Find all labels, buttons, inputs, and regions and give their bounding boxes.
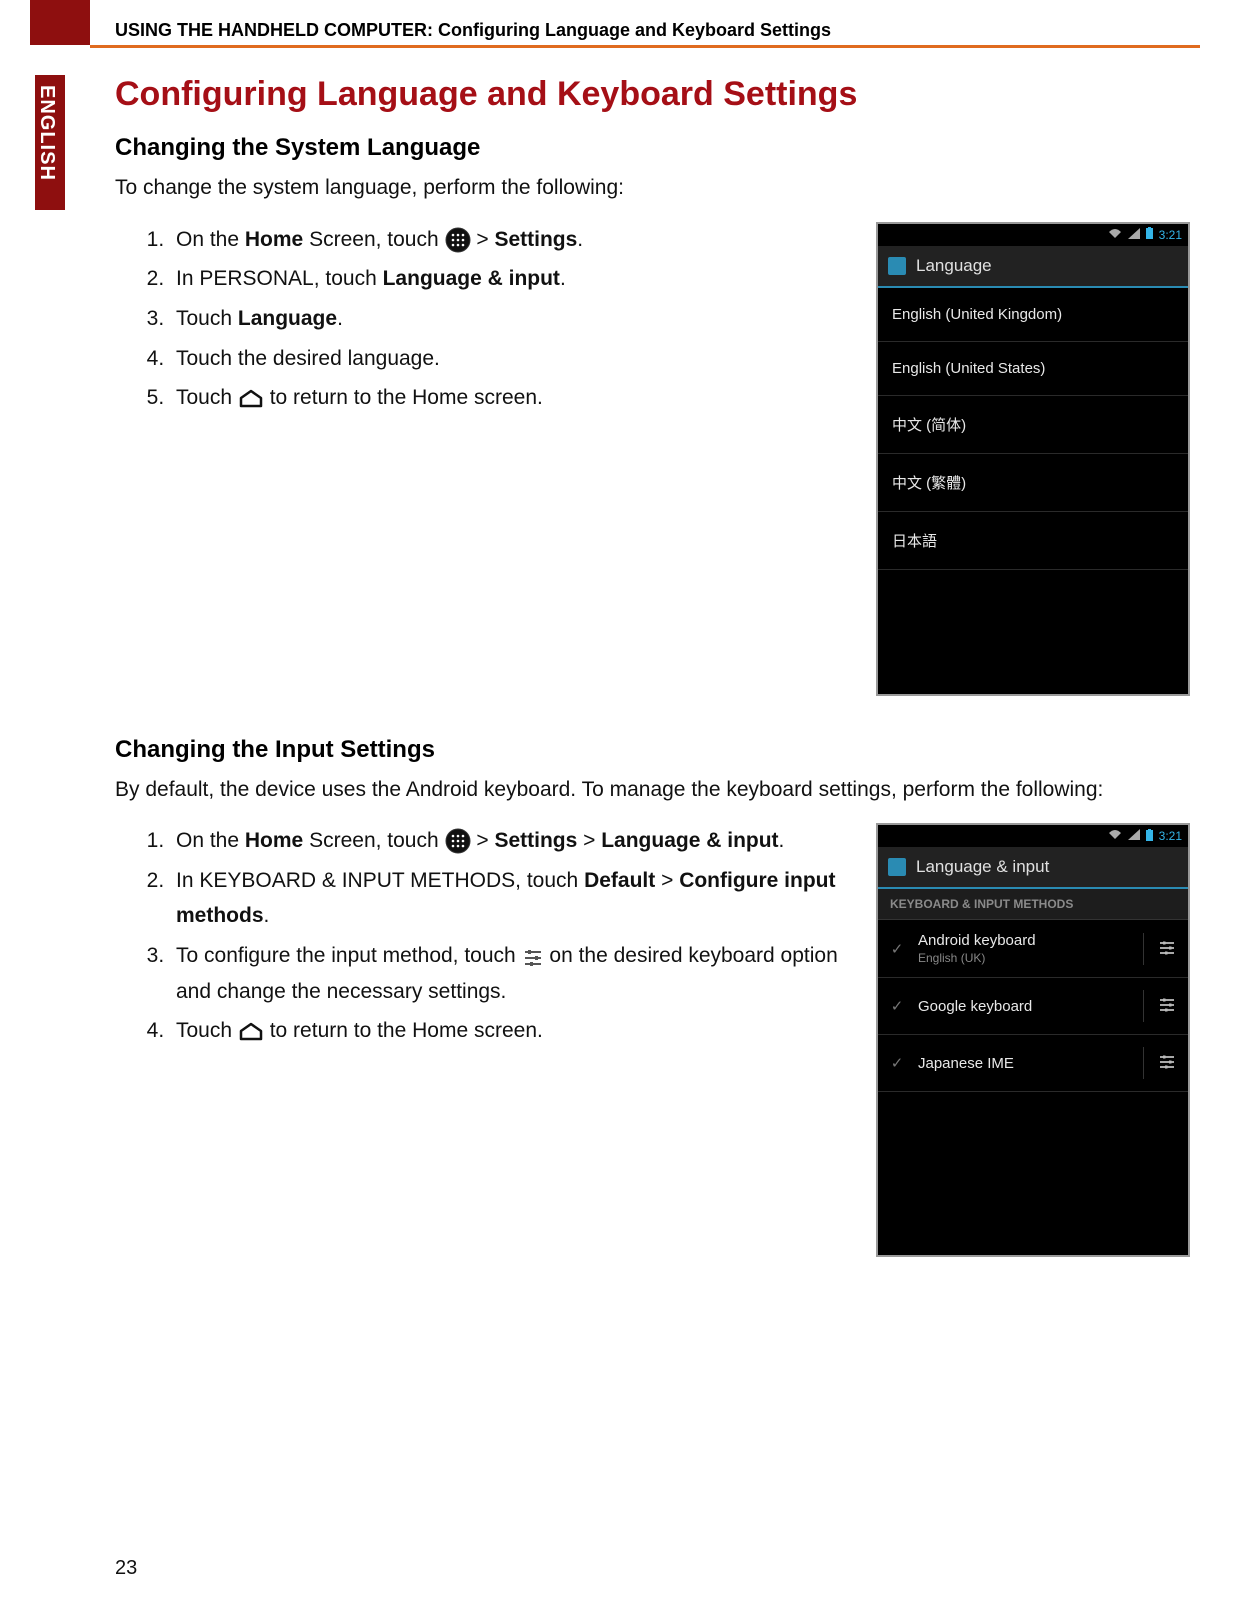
keyboard-option-label: Android keyboard English (UK) — [918, 932, 1131, 965]
sliders-icon — [522, 947, 544, 967]
sliders-icon[interactable] — [1156, 939, 1178, 959]
list-item[interactable]: 中文 (简体) — [878, 396, 1188, 454]
section1-step-4: Touch the desired language. — [170, 341, 851, 377]
phone2-keyboard-list: ✓ Android keyboard English (UK) ✓ Google… — [878, 920, 1188, 1092]
sliders-icon[interactable] — [1156, 1053, 1178, 1073]
section2-title: Changing the Input Settings — [115, 736, 1190, 764]
header-divider — [90, 45, 1200, 48]
sliders-icon[interactable] — [1156, 996, 1178, 1016]
phone1-title-bar: Language — [878, 246, 1188, 288]
phone2-title-bar: Language & input — [878, 847, 1188, 889]
keyboard-option-label: Google keyboard — [918, 998, 1131, 1015]
phone2-section-header: KEYBOARD & INPUT METHODS — [878, 889, 1188, 920]
wifi-icon — [1108, 829, 1122, 843]
section1-step-1: On the Home Screen, touch > Settings. — [170, 222, 851, 258]
header-breadcrumb: USING THE HANDHELD COMPUTER: Configuring… — [115, 20, 1200, 41]
phone2-title: Language & input — [916, 857, 1049, 877]
section1-intro: To change the system language, perform t… — [115, 172, 1190, 204]
divider — [1143, 933, 1144, 965]
list-item[interactable]: 中文 (繁體) — [878, 454, 1188, 512]
signal-icon — [1128, 228, 1140, 242]
checkmark-icon: ✓ — [888, 940, 906, 958]
section1-title: Changing the System Language — [115, 134, 1190, 162]
screenshot-language-list: 3:21 Language English (United Kingdom) E… — [876, 222, 1190, 696]
keyboard-option[interactable]: ✓ Android keyboard English (UK) — [878, 920, 1188, 978]
section1-step-5: Touch to return to the Home screen. — [170, 380, 851, 416]
home-icon — [238, 389, 264, 409]
section2-step-1: On the Home Screen, touch > Settings > L… — [170, 823, 851, 859]
section2-step-4: Touch to return to the Home screen. — [170, 1013, 851, 1049]
section2-steps: On the Home Screen, touch > Settings > L… — [115, 823, 851, 1053]
page-title: Configuring Language and Keyboard Settin… — [115, 75, 1190, 114]
language-side-tab-label: ENGLISH — [35, 85, 58, 181]
section1-step-2: In PERSONAL, touch Language & input. — [170, 261, 851, 297]
keyboard-option[interactable]: ✓ Japanese IME — [878, 1035, 1188, 1092]
red-square-decoration — [30, 0, 90, 45]
list-item[interactable]: 日本語 — [878, 512, 1188, 570]
phone2-time: 3:21 — [1159, 829, 1182, 843]
page-number: 23 — [115, 1557, 137, 1580]
phone2-title-icon — [888, 858, 906, 876]
checkmark-icon: ✓ — [888, 997, 906, 1015]
section2-intro: By default, the device uses the Android … — [115, 774, 1190, 806]
section1-step-3: Touch Language. — [170, 301, 851, 337]
section2-step-3: To configure the input method, touch on … — [170, 938, 851, 1009]
divider — [1143, 990, 1144, 1022]
phone1-time: 3:21 — [1159, 228, 1182, 242]
phone1-status-bar: 3:21 — [878, 224, 1188, 246]
keyboard-option-label: Japanese IME — [918, 1055, 1131, 1072]
apps-grid-icon — [445, 828, 471, 854]
divider — [1143, 1047, 1144, 1079]
section2-step-2: In KEYBOARD & INPUT METHODS, touch Defau… — [170, 863, 851, 934]
list-item[interactable]: English (United Kingdom) — [878, 288, 1188, 342]
battery-icon — [1146, 829, 1153, 844]
screenshot-input-methods: 3:21 Language & input KEYBOARD & INPUT M… — [876, 823, 1190, 1257]
phone2-status-bar: 3:21 — [878, 825, 1188, 847]
section1-steps: On the Home Screen, touch > Settings. In… — [115, 222, 851, 420]
phone1-title: Language — [916, 256, 992, 276]
checkmark-icon: ✓ — [888, 1054, 906, 1072]
phone1-language-list: English (United Kingdom) English (United… — [878, 288, 1188, 570]
language-side-tab: ENGLISH — [35, 75, 65, 210]
phone1-title-icon — [888, 257, 906, 275]
apps-grid-icon — [445, 227, 471, 253]
battery-icon — [1146, 227, 1153, 242]
keyboard-option[interactable]: ✓ Google keyboard — [878, 978, 1188, 1035]
home-icon — [238, 1022, 264, 1042]
list-item[interactable]: English (United States) — [878, 342, 1188, 396]
signal-icon — [1128, 829, 1140, 843]
wifi-icon — [1108, 228, 1122, 242]
